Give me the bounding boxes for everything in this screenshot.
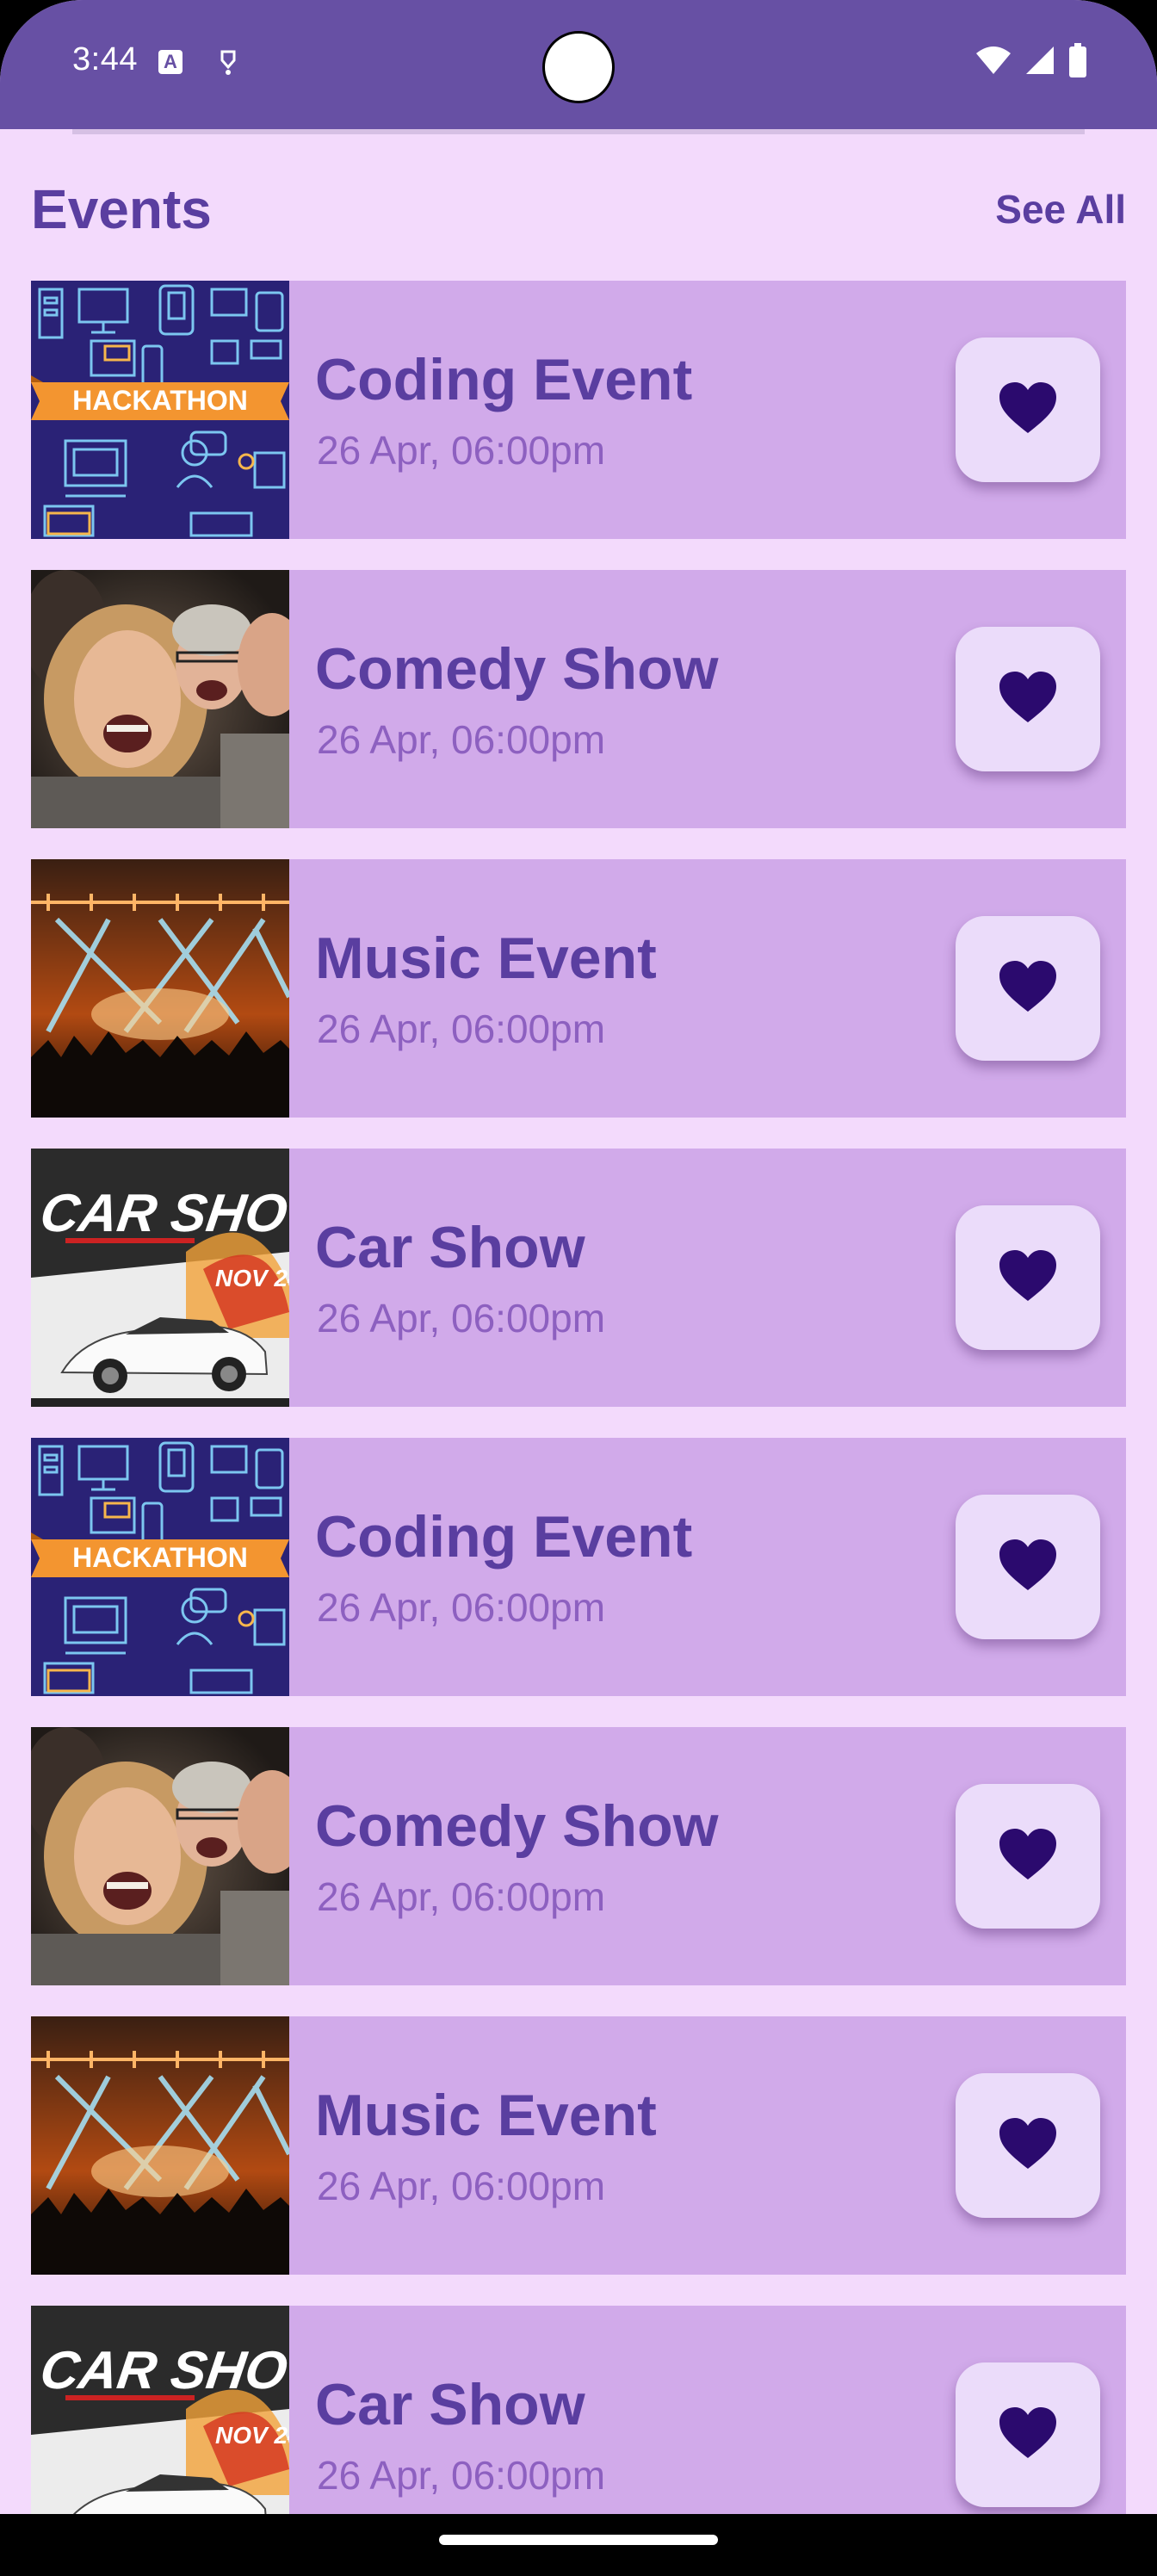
favorite-button[interactable] [956, 2362, 1100, 2507]
event-card[interactable]: Music Event 26 Apr, 06:00pm [31, 2016, 1126, 2275]
navigation-bar [0, 2514, 1157, 2576]
notification-a-icon: A [158, 50, 183, 74]
event-date: 26 Apr, 06:00pm [317, 2164, 606, 2208]
thumb-carshow-title: CAR SHOW [37, 2341, 289, 2400]
status-bar: 3:44 A [0, 0, 1157, 129]
event-image [31, 859, 289, 1118]
favorite-button[interactable] [956, 1205, 1100, 1350]
home-gesture-handle[interactable] [439, 2535, 718, 2545]
heart-icon [998, 2406, 1058, 2464]
heart-icon [998, 1828, 1058, 1886]
event-card[interactable]: Music Event 26 Apr, 06:00pm [31, 859, 1126, 1118]
app-screen: 3:44 A Events See All HACKATHON Coding E… [0, 0, 1157, 2576]
cellular-icon [1024, 45, 1055, 80]
favorite-button[interactable] [956, 627, 1100, 771]
heart-icon [998, 2117, 1058, 2175]
heart-icon [998, 671, 1058, 728]
heart-icon [998, 1249, 1058, 1307]
thumb-carshow-title: CAR SHOW [37, 1184, 289, 1243]
event-title: Car Show [315, 2372, 585, 2437]
event-title: Comedy Show [315, 636, 719, 702]
event-title: Coding Event [315, 1504, 693, 1570]
event-image: HACKATHON [31, 281, 289, 539]
event-title: Music Event [315, 926, 657, 991]
event-card[interactable]: HACKATHON Coding Event 26 Apr, 06:00pm [31, 1438, 1126, 1696]
event-image: CAR SHOW NOV 24 [31, 1149, 289, 1407]
event-date: 26 Apr, 06:00pm [317, 1585, 606, 1630]
status-icons [974, 42, 1088, 82]
event-image [31, 570, 289, 828]
event-title: Music Event [315, 2083, 657, 2148]
event-image [31, 1727, 289, 1985]
event-card[interactable]: Comedy Show 26 Apr, 06:00pm [31, 570, 1126, 828]
event-title: Comedy Show [315, 1793, 719, 1859]
event-card[interactable]: HACKATHON Coding Event 26 Apr, 06:00pm [31, 281, 1126, 539]
event-image [31, 2016, 289, 2275]
heart-icon [998, 1539, 1058, 1596]
event-date: 26 Apr, 06:00pm [317, 717, 606, 762]
event-image: HACKATHON [31, 1438, 289, 1696]
event-date: 26 Apr, 06:00pm [317, 2453, 606, 2498]
heart-icon [998, 381, 1058, 439]
favorite-button[interactable] [956, 1784, 1100, 1929]
event-title: Coding Event [315, 347, 693, 412]
event-card[interactable]: CAR SHOW NOV 24 Car Show 26 Apr, 06:00pm [31, 1149, 1126, 1407]
favorite-button[interactable] [956, 1495, 1100, 1639]
event-date: 26 Apr, 06:00pm [317, 1874, 606, 1919]
event-list: HACKATHON Coding Event 26 Apr, 06:00pm Co… [31, 281, 1126, 2576]
see-all-button[interactable]: See All [995, 186, 1126, 232]
heart-icon [998, 960, 1058, 1018]
event-date: 26 Apr, 06:00pm [317, 1296, 606, 1341]
battery-icon [1067, 42, 1088, 82]
event-card[interactable]: Comedy Show 26 Apr, 06:00pm [31, 1727, 1126, 1985]
thumb-carshow-date: NOV 24 [215, 1265, 289, 1291]
camera-cutout [542, 31, 615, 103]
event-date: 26 Apr, 06:00pm [317, 1006, 606, 1051]
divider [72, 129, 1085, 134]
event-date: 26 Apr, 06:00pm [317, 428, 606, 473]
favorite-button[interactable] [956, 337, 1100, 482]
status-time: 3:44 [72, 41, 138, 77]
event-title: Car Show [315, 1215, 585, 1280]
page-title: Events [31, 178, 212, 240]
thumb-hackathon-text: HACKATHON [72, 385, 248, 416]
favorite-button[interactable] [956, 2073, 1100, 2218]
sim-icon [215, 48, 241, 77]
thumb-carshow-date: NOV 24 [215, 2422, 289, 2449]
wifi-icon [974, 45, 1012, 80]
favorite-button[interactable] [956, 916, 1100, 1061]
thumb-hackathon-text: HACKATHON [72, 1542, 248, 1573]
